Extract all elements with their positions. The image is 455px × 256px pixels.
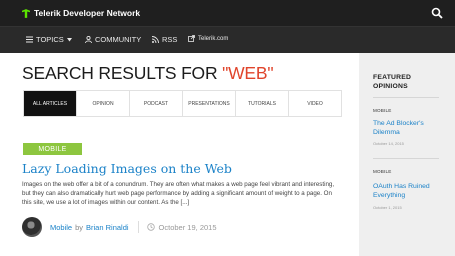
divider [373,97,439,98]
nav-rss[interactable]: RSS [152,35,177,44]
nav-telerik-link[interactable]: Telerik.com [188,35,228,42]
tab-presentations[interactable]: PRESENTATIONS [183,91,236,116]
article-excerpt: Images on the web offer a bit of a conun… [22,181,335,206]
external-link-icon [188,35,195,42]
nav-topics[interactable]: TOPICS [26,35,72,44]
category-badge[interactable]: MOBILE [23,143,82,155]
brand-link[interactable]: Telerik Developer Network [22,8,140,18]
by-label: by [75,222,84,232]
sidebar: FEATURED OPINIONS MOBILE The Ad Blocker'… [359,53,455,256]
avatar[interactable] [22,217,42,237]
rss-icon [152,36,159,43]
category-link[interactable]: Mobile [50,223,72,232]
tab-opinion[interactable]: OPINION [77,91,130,116]
sidebar-item-title[interactable]: The Ad Blocker's Dilemma [373,119,443,137]
main-nav: TOPICS COMMUNITY RSS Telerik.com [0,27,455,53]
clock-icon [146,223,155,231]
article-title[interactable]: Lazy Loading Images on the Web [22,161,232,176]
author-link[interactable]: Brian Rinaldi [86,223,129,232]
telerik-logo-icon [22,8,30,18]
sidebar-item-category: MOBILE [373,108,392,113]
sidebar-item-category: MOBILE [373,169,392,174]
tab-tutorials[interactable]: TUTORIALS [236,91,289,116]
sidebar-item-title[interactable]: OAuth Has Ruined Everything [373,182,443,200]
nav-rss-label: RSS [162,35,178,44]
tab-podcast[interactable]: PODCAST [130,91,183,116]
filter-tabs: ALL ARTICLES OPINION PODCAST PRESENTATIO… [23,90,342,117]
tab-all-articles[interactable]: ALL ARTICLES [24,91,77,116]
article-date: October 19, 2015 [158,222,217,232]
sidebar-heading: FEATURED OPINIONS [373,74,412,90]
sidebar-item-date: October 1, 2015 [373,205,402,210]
sidebar-item-date: October 14, 2015 [373,141,404,146]
page-title-prefix: SEARCH RESULTS FOR [22,63,223,83]
meta-divider [137,221,139,233]
top-bar: Telerik Developer Network [0,0,455,27]
divider [373,158,439,159]
nav-topics-label: TOPICS [36,35,64,44]
search-query: "WEB" [222,63,274,83]
chevron-down-icon [66,37,72,41]
nav-telerik-label: Telerik.com [198,35,229,42]
search-icon[interactable] [431,7,443,19]
page-title: SEARCH RESULTS FOR "WEB" [22,63,274,84]
user-icon [85,36,92,43]
tab-video[interactable]: VIDEO [289,91,341,116]
article-meta: Mobile by Brian Rinaldi October 19, 2015 [22,217,217,237]
nav-community[interactable]: COMMUNITY [85,35,141,44]
menu-icon [26,36,33,43]
brand-name: Telerik Developer Network [34,8,141,18]
nav-community-label: COMMUNITY [95,35,142,44]
